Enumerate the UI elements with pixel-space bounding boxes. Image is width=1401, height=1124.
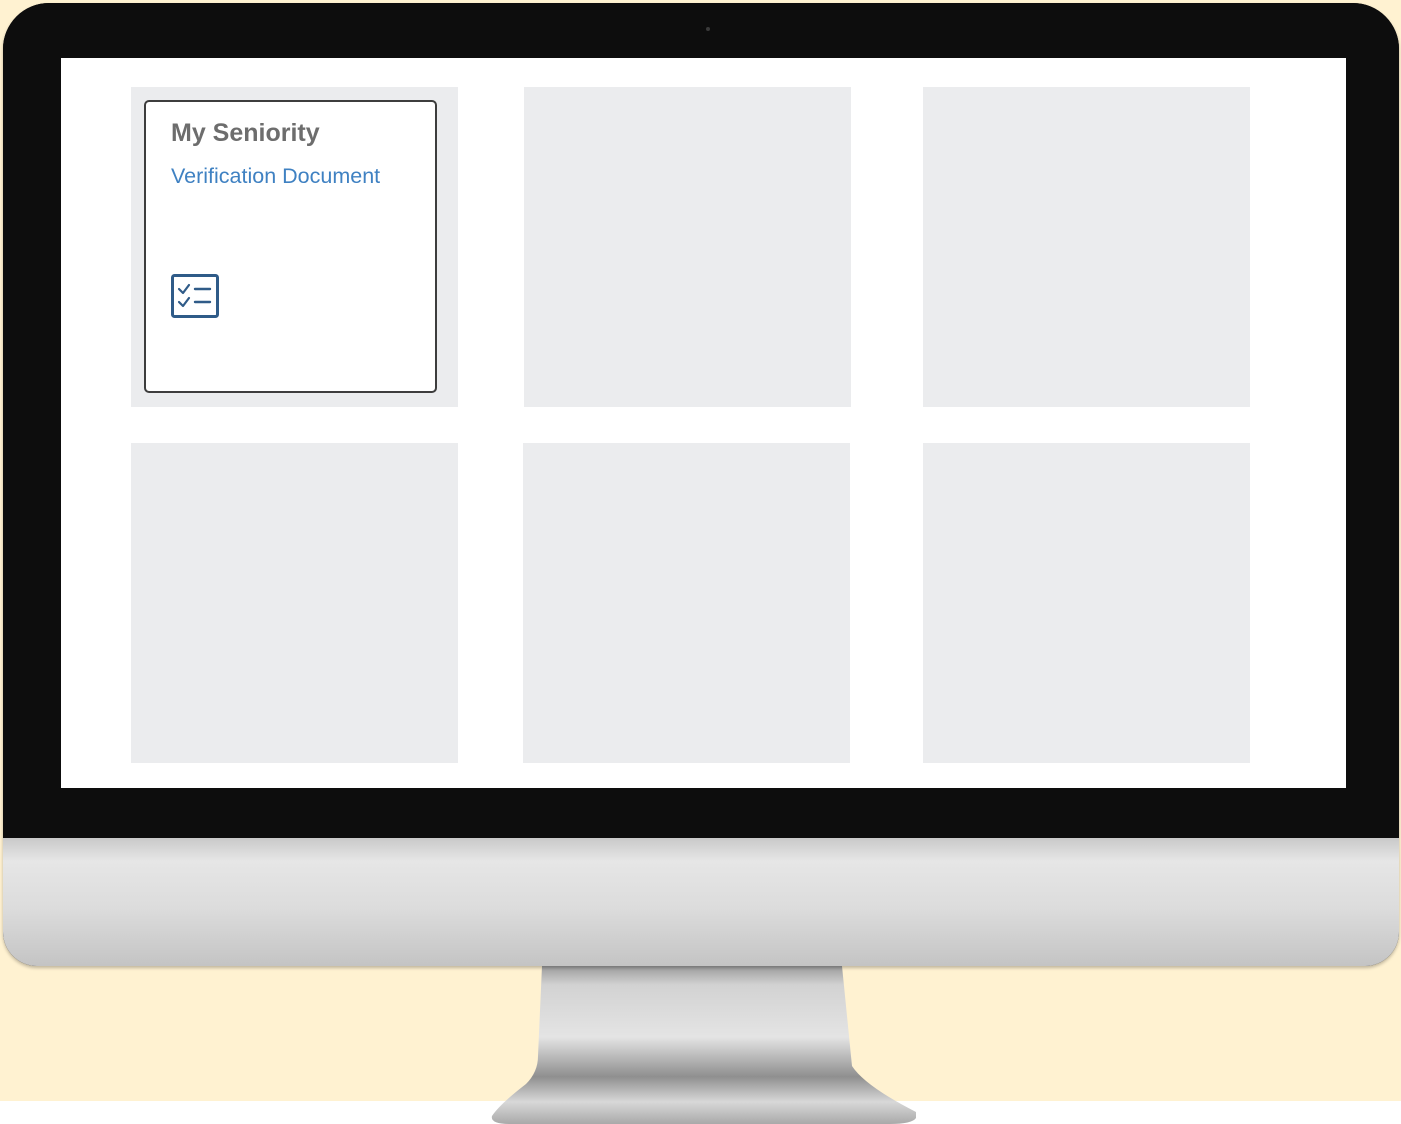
tile-placeholder — [923, 87, 1250, 407]
monitor-chin — [3, 838, 1399, 966]
task-list-icon — [171, 274, 219, 318]
tile-my-seniority-container: My Seniority Verification Document — [131, 87, 458, 407]
monitor-stand — [491, 966, 916, 1124]
camera — [706, 27, 710, 31]
screen: My Seniority Verification Document — [61, 58, 1346, 788]
tile-my-seniority[interactable]: My Seniority Verification Document — [144, 100, 437, 393]
tile-subtitle: Verification Document — [171, 164, 381, 188]
tile-placeholder — [131, 443, 458, 763]
tile-title: My Seniority — [171, 119, 320, 147]
monitor: My Seniority Verification Document — [3, 3, 1399, 966]
tile-placeholder — [923, 443, 1250, 763]
tile-placeholder — [523, 443, 850, 763]
tile-placeholder — [524, 87, 851, 407]
